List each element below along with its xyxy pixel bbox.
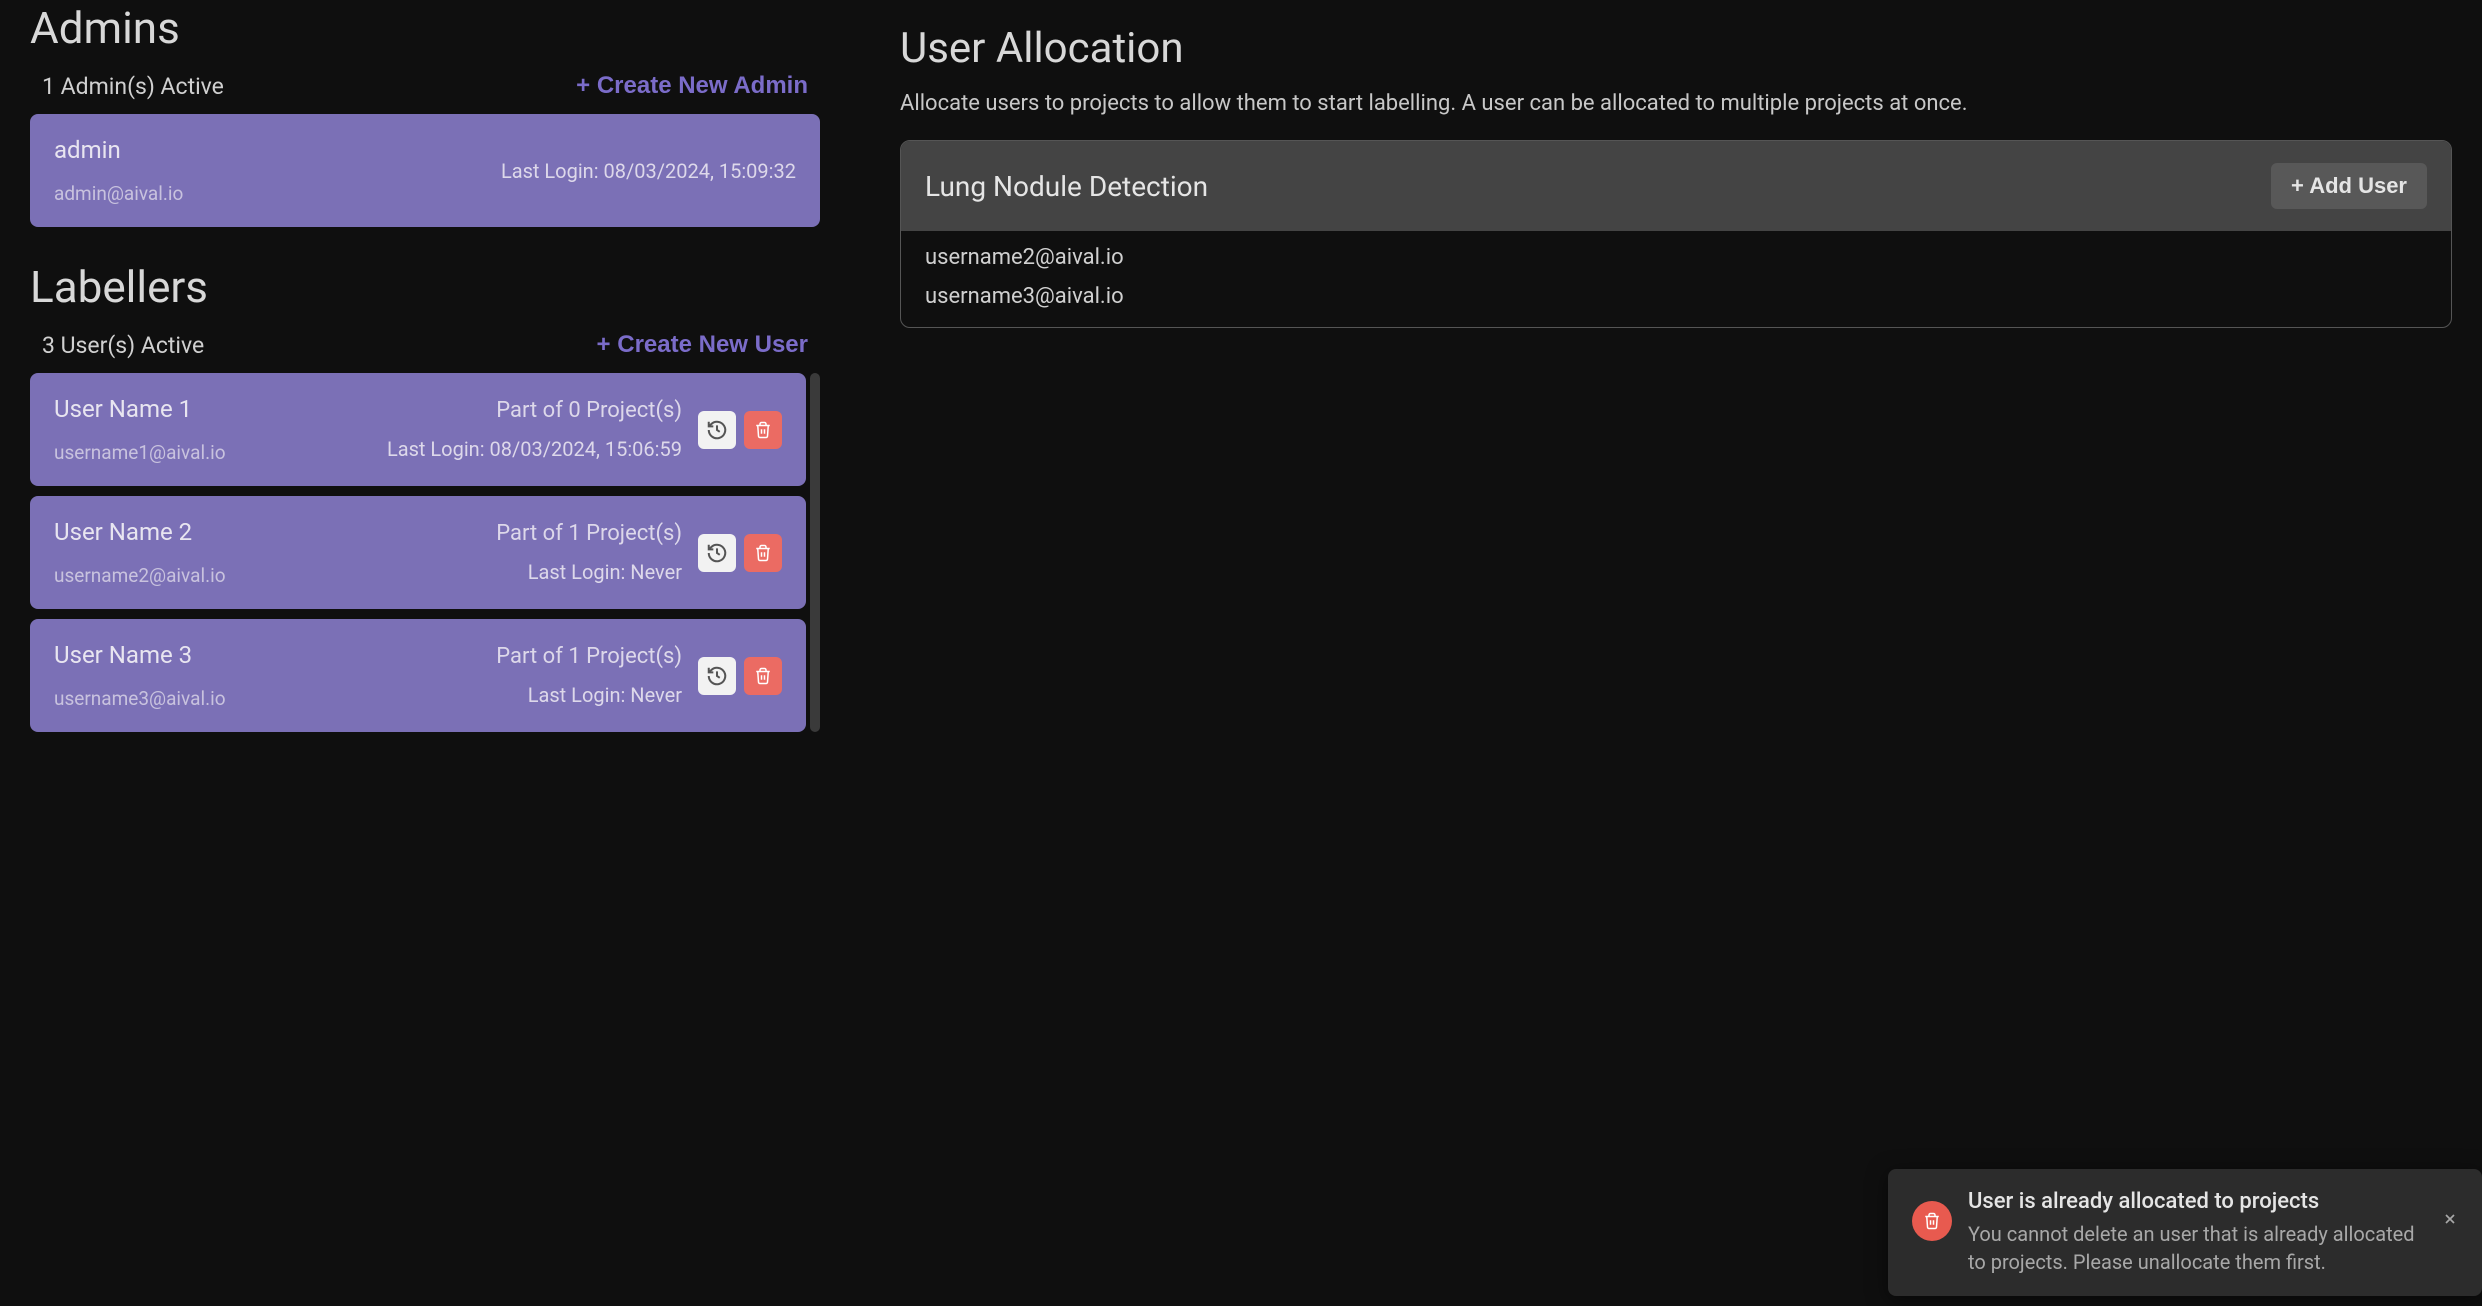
project-user: username3@aival.io <box>925 284 2427 309</box>
project-user: username2@aival.io <box>925 245 2427 270</box>
allocation-title: User Allocation <box>900 24 2452 73</box>
labeller-name: User Name 2 <box>54 518 496 546</box>
reset-button[interactable] <box>698 657 736 695</box>
labeller-email: username1@aival.io <box>54 441 387 464</box>
project-box: Lung Nodule Detection + Add User usernam… <box>900 140 2452 328</box>
history-icon <box>706 542 728 564</box>
toast-title: User is already allocated to projects <box>1968 1189 2426 1214</box>
labellers-title: Labellers <box>30 261 820 313</box>
trash-icon <box>754 421 772 439</box>
trash-icon <box>754 667 772 685</box>
labeller-last-login: Last Login: Never <box>496 560 682 584</box>
labeller-card[interactable]: User Name 1 username1@aival.io Part of 0… <box>30 373 806 486</box>
create-admin-button[interactable]: + Create New Admin <box>576 72 808 100</box>
scrollbar[interactable] <box>810 373 820 732</box>
admins-list: admin admin@aival.io Last Login: 08/03/2… <box>30 114 820 227</box>
toast-close-button[interactable] <box>2442 1207 2458 1233</box>
labeller-card[interactable]: User Name 2 username2@aival.io Part of 1… <box>30 496 806 609</box>
labeller-email: username3@aival.io <box>54 687 496 710</box>
admin-name: admin <box>54 136 501 164</box>
admin-card[interactable]: admin admin@aival.io Last Login: 08/03/2… <box>30 114 820 227</box>
delete-button[interactable] <box>744 411 782 449</box>
history-icon <box>706 419 728 441</box>
trash-icon <box>754 544 772 562</box>
admins-title: Admins <box>30 2 820 54</box>
delete-button[interactable] <box>744 534 782 572</box>
labellers-list: User Name 1 username1@aival.io Part of 0… <box>30 373 820 732</box>
history-icon <box>706 665 728 687</box>
labellers-active-count: 3 User(s) Active <box>42 332 204 359</box>
reset-button[interactable] <box>698 534 736 572</box>
trash-icon <box>1923 1212 1941 1230</box>
labeller-name: User Name 1 <box>54 395 387 423</box>
labeller-card[interactable]: User Name 3 username3@aival.io Part of 1… <box>30 619 806 732</box>
labeller-projects: Part of 1 Project(s) <box>496 521 682 546</box>
labeller-last-login: Last Login: Never <box>496 683 682 707</box>
admin-last-login: Last Login: 08/03/2024, 15:09:32 <box>501 159 796 183</box>
allocation-description: Allocate users to projects to allow them… <box>900 91 2452 116</box>
toast-message: You cannot delete an user that is alread… <box>1968 1220 2426 1276</box>
labeller-projects: Part of 0 Project(s) <box>387 398 682 423</box>
error-toast: User is already allocated to projects Yo… <box>1888 1169 2482 1296</box>
reset-button[interactable] <box>698 411 736 449</box>
project-header: Lung Nodule Detection + Add User <box>901 141 2451 231</box>
labeller-last-login: Last Login: 08/03/2024, 15:06:59 <box>387 437 682 461</box>
labeller-email: username2@aival.io <box>54 564 496 587</box>
admins-active-count: 1 Admin(s) Active <box>42 73 224 100</box>
add-user-button[interactable]: + Add User <box>2271 163 2427 209</box>
project-users-list: username2@aival.io username3@aival.io <box>901 231 2451 327</box>
project-name: Lung Nodule Detection <box>925 170 1208 203</box>
admin-email: admin@aival.io <box>54 182 501 205</box>
close-icon <box>2442 1211 2458 1227</box>
create-user-button[interactable]: + Create New User <box>597 331 808 359</box>
labeller-projects: Part of 1 Project(s) <box>496 644 682 669</box>
delete-button[interactable] <box>744 657 782 695</box>
trash-icon-circle <box>1912 1201 1952 1241</box>
labeller-name: User Name 3 <box>54 641 496 669</box>
